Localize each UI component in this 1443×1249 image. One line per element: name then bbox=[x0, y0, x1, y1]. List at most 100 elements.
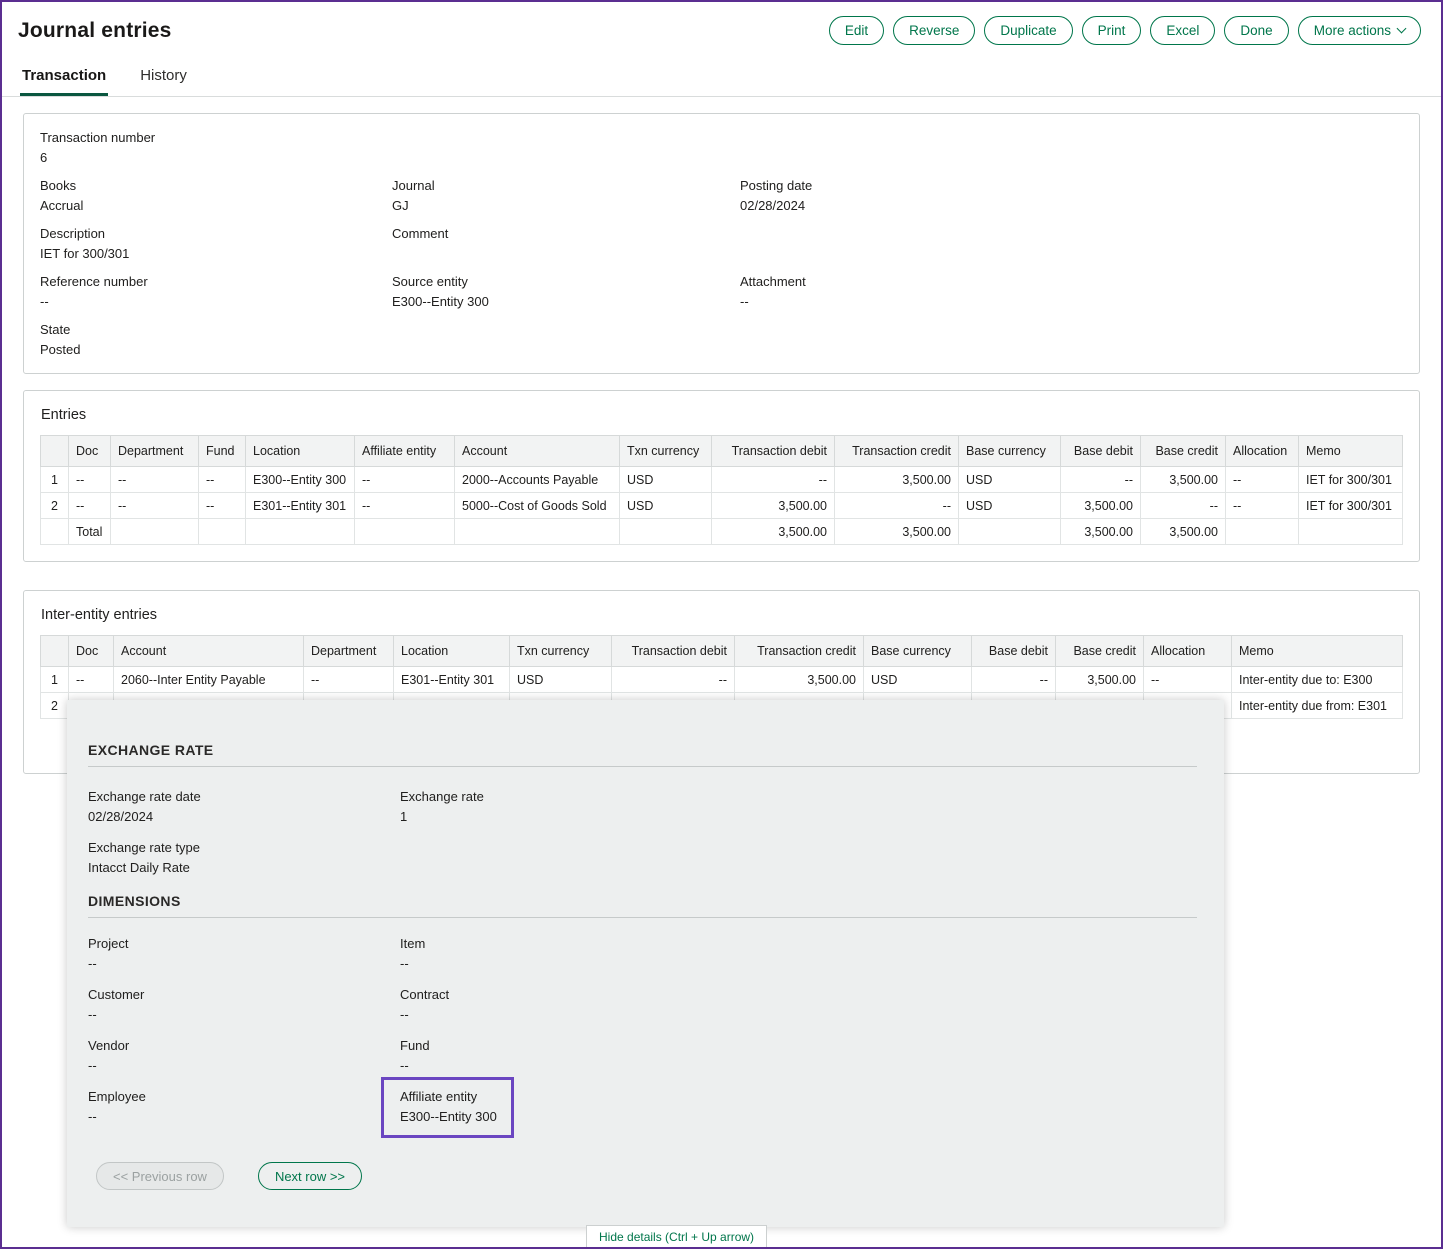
field-label: Transaction number bbox=[40, 130, 392, 145]
col-header-rownum bbox=[41, 436, 69, 467]
field-value: -- bbox=[88, 1058, 400, 1073]
col-header-base-currency: Base currency bbox=[864, 636, 972, 667]
col-header-base-debit: Base debit bbox=[972, 636, 1056, 667]
field-label: Contract bbox=[400, 987, 1197, 1002]
cell-empty bbox=[1226, 519, 1299, 545]
excel-button[interactable]: Excel bbox=[1150, 16, 1215, 45]
cell-account: 2060--Inter Entity Payable bbox=[114, 667, 304, 693]
field-label: Source entity bbox=[392, 274, 740, 289]
total-base-debit: 3,500.00 bbox=[1061, 519, 1141, 545]
cell-fund: -- bbox=[199, 493, 246, 519]
reverse-button[interactable]: Reverse bbox=[893, 16, 975, 45]
col-header-location: Location bbox=[246, 436, 355, 467]
col-header-allocation: Allocation bbox=[1226, 436, 1299, 467]
details-row: Project -- Item -- bbox=[88, 936, 1197, 971]
row-details-overlay: EXCHANGE RATE Exchange rate date 02/28/2… bbox=[67, 700, 1224, 1227]
tab-transaction[interactable]: Transaction bbox=[20, 57, 108, 96]
more-actions-label: More actions bbox=[1314, 23, 1391, 38]
field-vendor: Vendor -- bbox=[88, 1038, 400, 1073]
col-header-location: Location bbox=[394, 636, 510, 667]
cell-rownum: 1 bbox=[41, 667, 69, 693]
cell-doc: -- bbox=[69, 667, 114, 693]
cell-base-debit: 3,500.00 bbox=[1061, 493, 1141, 519]
previous-row-button[interactable]: << Previous row bbox=[96, 1162, 224, 1190]
field-label: Employee bbox=[88, 1089, 400, 1104]
cell-account: 2000--Accounts Payable bbox=[455, 467, 620, 493]
table-row[interactable]: 1 -- 2060--Inter Entity Payable -- E301-… bbox=[41, 667, 1403, 693]
col-header-doc: Doc bbox=[69, 636, 114, 667]
cell-rownum: 2 bbox=[41, 493, 69, 519]
cell-location: E301--Entity 301 bbox=[246, 493, 355, 519]
transaction-details-panel: Transaction number 6 Books Accrual Journ… bbox=[23, 113, 1420, 374]
col-header-affiliate-entity: Affiliate entity bbox=[355, 436, 455, 467]
col-header-txn-currency: Txn currency bbox=[510, 636, 612, 667]
col-header-account: Account bbox=[114, 636, 304, 667]
field-value: -- bbox=[400, 1007, 1197, 1022]
col-header-transaction-debit: Transaction debit bbox=[712, 436, 835, 467]
cell-empty bbox=[959, 519, 1061, 545]
print-button[interactable]: Print bbox=[1082, 16, 1142, 45]
col-header-base-debit: Base debit bbox=[1061, 436, 1141, 467]
cell-account: 5000--Cost of Goods Sold bbox=[455, 493, 620, 519]
total-base-credit: 3,500.00 bbox=[1141, 519, 1226, 545]
cell-transaction-debit: -- bbox=[612, 667, 735, 693]
done-button[interactable]: Done bbox=[1224, 16, 1288, 45]
col-header-fund: Fund bbox=[199, 436, 246, 467]
duplicate-button[interactable]: Duplicate bbox=[984, 16, 1072, 45]
col-header-allocation: Allocation bbox=[1144, 636, 1232, 667]
table-row[interactable]: 1 -- -- -- E300--Entity 300 -- 2000--Acc… bbox=[41, 467, 1403, 493]
field-value: Posted bbox=[40, 342, 392, 357]
col-header-transaction-debit: Transaction debit bbox=[612, 636, 735, 667]
field-label: Project bbox=[88, 936, 400, 951]
details-row: Employee -- Affiliate entity E300--Entit… bbox=[88, 1089, 1197, 1138]
field-label: Item bbox=[400, 936, 1197, 951]
section-divider bbox=[88, 917, 1197, 918]
total-transaction-credit: 3,500.00 bbox=[835, 519, 959, 545]
field-value: -- bbox=[88, 1007, 400, 1022]
field-value: IET for 300/301 bbox=[40, 246, 392, 261]
cell-memo: Inter-entity due from: E301 bbox=[1232, 693, 1403, 719]
affiliate-entity-highlight-box: Affiliate entity E300--Entity 300 bbox=[381, 1077, 514, 1138]
field-label: Fund bbox=[400, 1038, 1197, 1053]
cell-location: E300--Entity 300 bbox=[246, 467, 355, 493]
field-label: Exchange rate type bbox=[88, 840, 400, 855]
next-row-button[interactable]: Next row >> bbox=[258, 1162, 362, 1190]
cell-memo: IET for 300/301 bbox=[1299, 493, 1403, 519]
field-label: Exchange rate bbox=[400, 789, 1197, 804]
cell-allocation: -- bbox=[1144, 667, 1232, 693]
col-header-txn-currency: Txn currency bbox=[620, 436, 712, 467]
field-label: State bbox=[40, 322, 392, 337]
field-exchange-rate-type: Exchange rate type Intacct Daily Rate bbox=[88, 840, 400, 875]
total-label: Total bbox=[69, 519, 111, 545]
field-value bbox=[392, 246, 740, 261]
field-value: 6 bbox=[40, 150, 392, 165]
header-bar: Journal entries Edit Reverse Duplicate P… bbox=[2, 2, 1441, 53]
cell-base-currency: USD bbox=[959, 493, 1061, 519]
section-divider bbox=[88, 766, 1197, 767]
cell-transaction-credit: -- bbox=[835, 493, 959, 519]
col-header-memo: Memo bbox=[1299, 436, 1403, 467]
field-exchange-rate: Exchange rate 1 bbox=[400, 789, 1197, 824]
more-actions-button[interactable]: More actions bbox=[1298, 16, 1421, 45]
field-reference-number: Reference number -- bbox=[40, 274, 392, 309]
cell-fund: -- bbox=[199, 467, 246, 493]
col-header-base-credit: Base credit bbox=[1056, 636, 1144, 667]
field-comment: Comment bbox=[392, 226, 740, 261]
transaction-row: Books Accrual Journal GJ Posting date 02… bbox=[40, 178, 1403, 213]
cell-memo: IET for 300/301 bbox=[1299, 467, 1403, 493]
col-header-transaction-credit: Transaction credit bbox=[835, 436, 959, 467]
field-attachment: Attachment -- bbox=[740, 274, 1403, 309]
transaction-row: Reference number -- Source entity E300--… bbox=[40, 274, 1403, 309]
hide-details-tab[interactable]: Hide details (Ctrl + Up arrow) bbox=[586, 1225, 767, 1249]
cell-doc: -- bbox=[69, 467, 111, 493]
details-row: Exchange rate type Intacct Daily Rate bbox=[88, 840, 1197, 875]
field-value: -- bbox=[88, 1109, 400, 1124]
cell-transaction-credit: 3,500.00 bbox=[835, 467, 959, 493]
edit-button[interactable]: Edit bbox=[829, 16, 884, 45]
table-row[interactable]: 2 -- -- -- E301--Entity 301 -- 5000--Cos… bbox=[41, 493, 1403, 519]
field-value: -- bbox=[740, 294, 1403, 309]
tab-history[interactable]: History bbox=[138, 57, 189, 96]
entries-total-row: Total 3,500.00 3,500.00 3,500.00 3,500.0… bbox=[41, 519, 1403, 545]
field-label: Customer bbox=[88, 987, 400, 1002]
cell-base-currency: USD bbox=[864, 667, 972, 693]
